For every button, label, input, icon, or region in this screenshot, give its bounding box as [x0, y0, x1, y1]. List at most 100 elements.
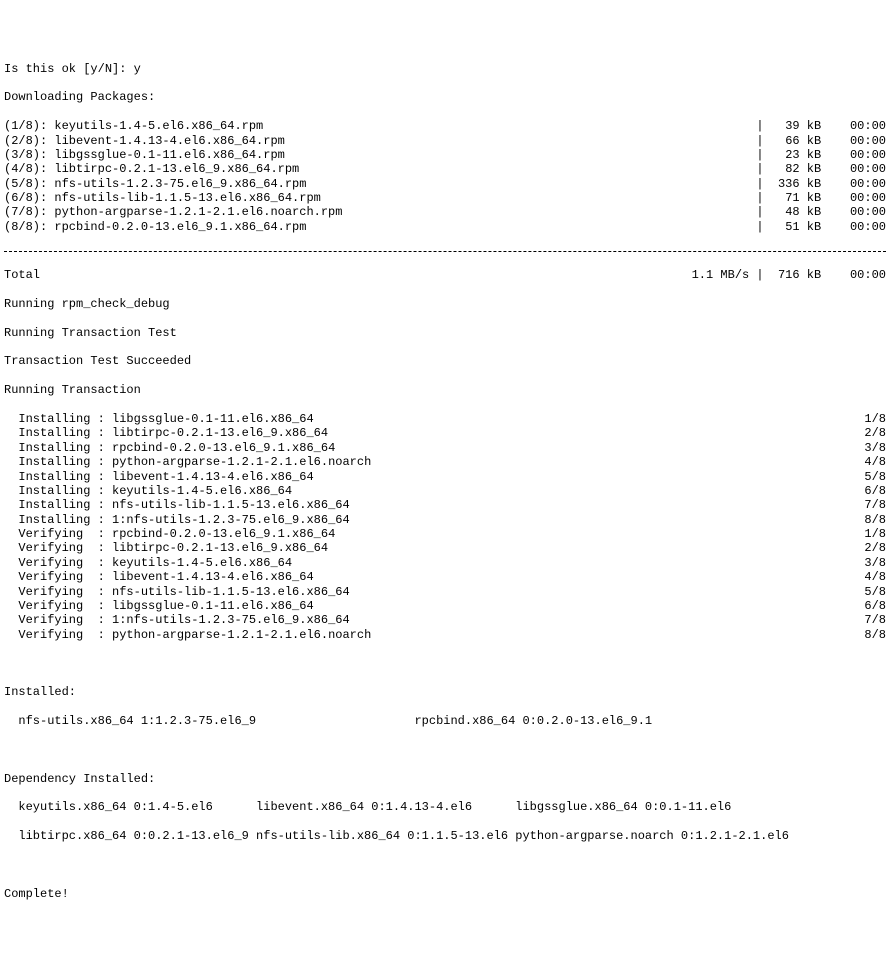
step-index: 2/8	[864, 426, 886, 440]
step-action: Verifying :	[4, 541, 112, 555]
step-index: 7/8	[864, 498, 886, 512]
transaction-step: Installing : nfs-utils-lib-1.1.5-13.el6.…	[4, 498, 886, 512]
step-index: 2/8	[864, 541, 886, 555]
step-action: Installing :	[4, 470, 112, 484]
download-time: 00:00	[821, 134, 886, 148]
downloading-header: Downloading Packages:	[4, 90, 886, 104]
transaction-succeed-line: Transaction Test Succeeded	[4, 354, 886, 368]
transaction-step: Installing : rpcbind-0.2.0-13.el6_9.1.x8…	[4, 441, 886, 455]
step-index: 3/8	[864, 441, 886, 455]
download-row: (1/8): keyutils-1.4-5.el6.x86_64.rpm|39 …	[4, 119, 886, 133]
transaction-step: Installing : libevent-1.4.13-4.el6.x86_6…	[4, 470, 886, 484]
separator-dash	[4, 251, 886, 252]
dependency-line-1: keyutils.x86_64 0:1.4-5.el6 libevent.x86…	[4, 800, 886, 814]
step-index: 1/8	[864, 527, 886, 541]
download-size: 71 kB	[771, 191, 821, 205]
step-action: Verifying :	[4, 570, 112, 584]
step-action: Verifying :	[4, 527, 112, 541]
download-row: (6/8): nfs-utils-lib-1.1.5-13.el6.x86_64…	[4, 191, 886, 205]
download-time: 00:00	[821, 205, 886, 219]
download-name: (3/8): libgssglue-0.1-11.el6.x86_64.rpm	[4, 148, 285, 162]
transaction-step: Verifying : nfs-utils-lib-1.1.5-13.el6.x…	[4, 585, 886, 599]
step-action: Installing :	[4, 484, 112, 498]
total-speed: 1.1 MB/s	[692, 268, 750, 282]
step-index: 4/8	[864, 570, 886, 584]
total-time: 00:00	[821, 268, 886, 282]
download-name: (7/8): python-argparse-1.2.1-2.1.el6.noa…	[4, 205, 342, 219]
step-action: Verifying :	[4, 613, 112, 627]
download-size: 23 kB	[771, 148, 821, 162]
download-row: (8/8): rpcbind-0.2.0-13.el6_9.1.x86_64.r…	[4, 220, 886, 234]
download-time: 00:00	[821, 148, 886, 162]
transaction-step: Verifying : libgssglue-0.1-11.el6.x86_64…	[4, 599, 886, 613]
transaction-step: Verifying : keyutils-1.4-5.el6.x86_643/8	[4, 556, 886, 570]
download-row: (4/8): libtirpc-0.2.1-13.el6_9.x86_64.rp…	[4, 162, 886, 176]
transaction-step: Installing : 1:nfs-utils-1.2.3-75.el6_9.…	[4, 513, 886, 527]
total-size: 716 kB	[771, 268, 821, 282]
step-package: libtirpc-0.2.1-13.el6_9.x86_64	[112, 426, 328, 440]
step-package: python-argparse-1.2.1-2.1.el6.noarch	[112, 628, 371, 642]
installed-header: Installed:	[4, 685, 886, 699]
step-action: Installing :	[4, 513, 112, 527]
step-index: 6/8	[864, 484, 886, 498]
download-name: (6/8): nfs-utils-lib-1.1.5-13.el6.x86_64…	[4, 191, 321, 205]
step-package: libgssglue-0.1-11.el6.x86_64	[112, 412, 314, 426]
transaction-run-line: Running Transaction	[4, 383, 886, 397]
download-row: (2/8): libevent-1.4.13-4.el6.x86_64.rpm|…	[4, 134, 886, 148]
step-package: nfs-utils-lib-1.1.5-13.el6.x86_64	[112, 585, 350, 599]
complete-line: Complete!	[4, 887, 886, 901]
step-package: libgssglue-0.1-11.el6.x86_64	[112, 599, 314, 613]
download-time: 00:00	[821, 119, 886, 133]
download-time: 00:00	[821, 162, 886, 176]
step-package: libevent-1.4.13-4.el6.x86_64	[112, 470, 314, 484]
transaction-step: Installing : libgssglue-0.1-11.el6.x86_6…	[4, 412, 886, 426]
step-package: 1:nfs-utils-1.2.3-75.el6_9.x86_64	[112, 613, 350, 627]
total-label: Total	[4, 268, 40, 282]
step-index: 4/8	[864, 455, 886, 469]
dependency-line-2: libtirpc.x86_64 0:0.2.1-13.el6_9 nfs-uti…	[4, 829, 886, 843]
step-index: 5/8	[864, 470, 886, 484]
rpm-check-line: Running rpm_check_debug	[4, 297, 886, 311]
transaction-step: Verifying : python-argparse-1.2.1-2.1.el…	[4, 628, 886, 642]
download-row: (7/8): python-argparse-1.2.1-2.1.el6.noa…	[4, 205, 886, 219]
transaction-step: Verifying : libevent-1.4.13-4.el6.x86_64…	[4, 570, 886, 584]
step-package: keyutils-1.4-5.el6.x86_64	[112, 484, 292, 498]
step-action: Verifying :	[4, 585, 112, 599]
step-package: nfs-utils-lib-1.1.5-13.el6.x86_64	[112, 498, 350, 512]
transaction-step: Installing : libtirpc-0.2.1-13.el6_9.x86…	[4, 426, 886, 440]
step-index: 6/8	[864, 599, 886, 613]
step-action: Installing :	[4, 498, 112, 512]
step-action: Verifying :	[4, 556, 112, 570]
transaction-step: Verifying : libtirpc-0.2.1-13.el6_9.x86_…	[4, 541, 886, 555]
dependency-header: Dependency Installed:	[4, 772, 886, 786]
download-name: (8/8): rpcbind-0.2.0-13.el6_9.1.x86_64.r…	[4, 220, 306, 234]
transaction-step: Verifying : rpcbind-0.2.0-13.el6_9.1.x86…	[4, 527, 886, 541]
download-name: (4/8): libtirpc-0.2.1-13.el6_9.x86_64.rp…	[4, 162, 299, 176]
step-package: rpcbind-0.2.0-13.el6_9.1.x86_64	[112, 527, 335, 541]
step-action: Installing :	[4, 426, 112, 440]
step-action: Installing :	[4, 412, 112, 426]
transaction-step: Verifying : 1:nfs-utils-1.2.3-75.el6_9.x…	[4, 613, 886, 627]
terminal-output: Is this ok [y/N]: y Downloading Packages…	[4, 47, 886, 915]
download-size: 66 kB	[771, 134, 821, 148]
download-size: 39 kB	[771, 119, 821, 133]
step-package: python-argparse-1.2.1-2.1.el6.noarch	[112, 455, 371, 469]
download-name: (5/8): nfs-utils-1.2.3-75.el6_9.x86_64.r…	[4, 177, 306, 191]
transaction-test-line: Running Transaction Test	[4, 326, 886, 340]
step-action: Installing :	[4, 455, 112, 469]
download-size: 48 kB	[771, 205, 821, 219]
step-index: 5/8	[864, 585, 886, 599]
step-package: libtirpc-0.2.1-13.el6_9.x86_64	[112, 541, 328, 555]
step-package: rpcbind-0.2.0-13.el6_9.1.x86_64	[112, 441, 335, 455]
download-size: 51 kB	[771, 220, 821, 234]
download-row: (3/8): libgssglue-0.1-11.el6.x86_64.rpm|…	[4, 148, 886, 162]
step-action: Verifying :	[4, 599, 112, 613]
download-time: 00:00	[821, 191, 886, 205]
download-row: (5/8): nfs-utils-1.2.3-75.el6_9.x86_64.r…	[4, 177, 886, 191]
total-line: Total 1.1 MB/s | 716 kB 00:00	[4, 268, 886, 282]
transaction-step: Installing : keyutils-1.4-5.el6.x86_64 6/…	[4, 484, 886, 498]
step-package: libevent-1.4.13-4.el6.x86_64	[112, 570, 314, 584]
transaction-step: Installing : python-argparse-1.2.1-2.1.e…	[4, 455, 886, 469]
download-size: 82 kB	[771, 162, 821, 176]
installed-packages: nfs-utils.x86_64 1:1.2.3-75.el6_9 rpcbin…	[4, 714, 886, 728]
